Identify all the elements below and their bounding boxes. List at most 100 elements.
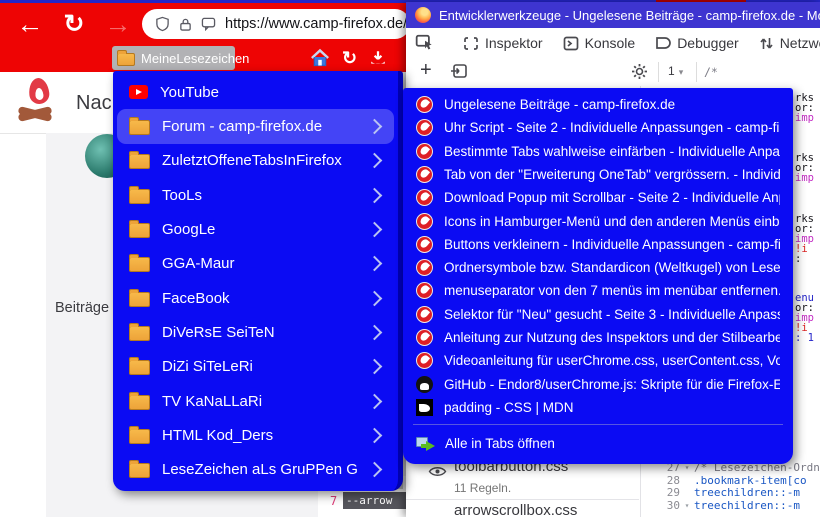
firefox-icon xyxy=(415,7,431,23)
tab-debugger[interactable]: Debugger xyxy=(645,28,749,58)
tab-inspektor[interactable]: Inspektor xyxy=(453,28,553,58)
menu-item-label: FaceBook xyxy=(162,290,357,307)
import-sheet-button[interactable] xyxy=(450,63,468,84)
reload-button[interactable] xyxy=(56,8,92,40)
chevron-right-icon xyxy=(367,119,383,135)
menu-item-gga-maur[interactable]: GGA-Maur xyxy=(117,247,394,281)
bookmark-label: Ordnersymbole bzw. Standardicon (Weltkug… xyxy=(444,260,780,275)
menu-item-forum-camp-firefox[interactable]: Forum - camp-firefox.de xyxy=(117,109,394,143)
menu-item-tv-kanallari[interactable]: TV KaNaLLaRi xyxy=(117,384,394,418)
code-fragment: imp xyxy=(795,112,814,124)
tab-label: Debugger xyxy=(677,35,739,51)
code-text[interactable]: treechildren::-m xyxy=(694,486,800,499)
url-text[interactable]: https://www.camp-firefox.de/ xyxy=(225,16,407,32)
shield-icon[interactable] xyxy=(155,16,170,32)
bookmark-item[interactable]: Uhr Script - Seite 2 - Individuelle Anpa… xyxy=(403,116,793,139)
menu-item-label: DiVeRsE SeiTeN xyxy=(162,324,357,341)
chevron-right-icon xyxy=(367,222,383,238)
campfire-favicon xyxy=(416,259,433,276)
youtube-icon xyxy=(129,85,148,99)
code-line[interactable]: 30 treechildren::-m xyxy=(646,499,820,512)
gear-icon[interactable] xyxy=(631,63,648,85)
chevron-right-icon xyxy=(367,153,383,169)
bookmark-item[interactable]: Anleitung zur Nutzung des Inspektors und… xyxy=(403,326,793,349)
menu-item-label: LeseZeichen aLs GruPPen GeSpeicherT xyxy=(162,461,357,478)
bookmark-item[interactable]: Tab von der "Erweiterung OneTab" vergrös… xyxy=(403,163,793,186)
bookmark-item[interactable]: Ordnersymbole bzw. Standardicon (Weltkug… xyxy=(403,256,793,279)
tab-label: Konsole xyxy=(585,35,636,51)
pick-element-button[interactable] xyxy=(415,34,435,52)
campfire-favicon xyxy=(416,329,433,346)
stylesheet-name[interactable]: arrowscrollbox.css xyxy=(454,502,577,517)
devtools-tabbar: Inspektor Konsole Debugger xyxy=(406,28,820,59)
menu-item-lesezeichen-gruppen[interactable]: LeseZeichen aLs GruPPen GeSpeicherT xyxy=(117,453,394,487)
folder-icon xyxy=(129,120,150,135)
bookmark-item[interactable]: Buttons verkleinern - Individuelle Anpas… xyxy=(403,233,793,256)
bookmark-item[interactable]: Bestimmte Tabs wahlweise einfärben - Ind… xyxy=(403,140,793,163)
bookmark-item[interactable]: Icons in Hamburger-Menü und den anderen … xyxy=(403,209,793,232)
stylesheet-rule-count: 11 Regeln. xyxy=(454,481,511,495)
bookmark-label: Videoanleitung für userChrome.css, userC… xyxy=(444,353,780,368)
code-line[interactable]: 29 treechildren::-m xyxy=(646,486,820,499)
tab-label: Inspektor xyxy=(485,35,543,51)
line-selector-dropdown[interactable]: 1 xyxy=(668,64,683,78)
bookmark-item[interactable]: Videoanleitung für userChrome.css, userC… xyxy=(403,349,793,372)
bookmarks-button-label: MeineLesezeichen xyxy=(141,51,249,66)
menu-item-label: TV KaNaLLaRi xyxy=(162,393,357,410)
bookmarks-toolbar-button[interactable]: MeineLesezeichen xyxy=(112,46,235,70)
line-number: 7 xyxy=(330,494,337,508)
code-first-line: /* xyxy=(704,65,718,79)
debugger-icon xyxy=(655,36,671,50)
message-bubble-icon[interactable] xyxy=(201,17,216,31)
bookmark-item[interactable]: Download Popup mit Scrollbar - Seite 2 -… xyxy=(403,186,793,209)
bookmarks-submenu-forum: Ungelesene Beiträge - camp-firefox.de Uh… xyxy=(403,88,793,464)
url-bar[interactable]: https://www.camp-firefox.de/ xyxy=(142,9,410,39)
code-line[interactable]: 28 .bookmark-item[co xyxy=(646,474,820,487)
new-sheet-button[interactable] xyxy=(420,59,432,82)
bookmark-item[interactable]: Selektor für "Neu" gesucht - Seite 3 - I… xyxy=(403,303,793,326)
bookmarks-menu: YouTube Forum - camp-firefox.de ZuletztO… xyxy=(113,71,403,491)
menu-item-youtube[interactable]: YouTube xyxy=(117,75,394,109)
bookmark-item[interactable]: padding - CSS | MDN xyxy=(403,396,793,419)
campfire-favicon xyxy=(416,352,433,369)
code-text[interactable]: treechildren::-m xyxy=(694,499,800,512)
menu-item-label: GoogLe xyxy=(162,221,357,238)
menu-item-tools[interactable]: TooLs xyxy=(117,178,394,212)
menu-item-zuletzt-offene-tabs[interactable]: ZuletztOffeneTabsInFirefox xyxy=(117,144,394,178)
forward-button[interactable] xyxy=(100,8,136,40)
menu-item-diverse-seiten[interactable]: DiVeRsE SeiTeN xyxy=(117,315,394,349)
flame-shape xyxy=(28,77,51,105)
home-icon[interactable] xyxy=(310,48,330,68)
menu-item-facebook[interactable]: FaceBook xyxy=(117,281,394,315)
campfire-favicon xyxy=(416,213,433,230)
eye-icon[interactable] xyxy=(428,465,447,478)
menu-separator xyxy=(413,424,783,425)
menu-item-html-kod-ders[interactable]: HTML Kod_Ders xyxy=(117,418,394,452)
fold-arrow-icon[interactable] xyxy=(680,463,694,472)
menu-item-dizi-siteleri[interactable]: DiZi SiTeLeRi xyxy=(117,350,394,384)
campfire-favicon xyxy=(416,166,433,183)
bookmark-item[interactable]: menuseparator von den 7 menüs im menübar… xyxy=(403,279,793,302)
tab-netzwerkanalyse[interactable]: Netzwerkanalyse xyxy=(749,28,820,58)
devtools-titlebar[interactable]: Entwicklerwerkzeuge - Ungelesene Beiträg… xyxy=(406,2,820,28)
refresh-icon[interactable] xyxy=(342,49,357,67)
code-fragment: : 1 xyxy=(795,332,814,344)
bookmark-item[interactable]: Ungelesene Beiträge - camp-firefox.de xyxy=(403,93,793,116)
chevron-right-icon xyxy=(367,462,383,478)
fold-arrow-icon[interactable] xyxy=(680,501,694,510)
open-all-in-tabs[interactable]: Alle in Tabs öffnen xyxy=(403,430,793,457)
bookmark-label: padding - CSS | MDN xyxy=(444,400,780,415)
lock-icon[interactable] xyxy=(179,17,192,32)
menu-item-google[interactable]: GoogLe xyxy=(117,212,394,246)
selected-code-text: --arrow xyxy=(343,492,406,509)
campfire-favicon xyxy=(416,306,433,323)
tab-konsole[interactable]: Konsole xyxy=(553,28,646,58)
chevron-right-icon xyxy=(367,290,383,306)
folder-icon xyxy=(129,429,150,444)
site-nav-text: Nac xyxy=(76,92,112,115)
download-icon[interactable] xyxy=(369,49,387,67)
back-button[interactable] xyxy=(12,8,48,40)
bookmark-item[interactable]: GitHub - Endor8/userChrome.js: Skripte f… xyxy=(403,372,793,395)
menu-item-label: YouTube xyxy=(160,84,382,101)
campfire-favicon xyxy=(416,236,433,253)
